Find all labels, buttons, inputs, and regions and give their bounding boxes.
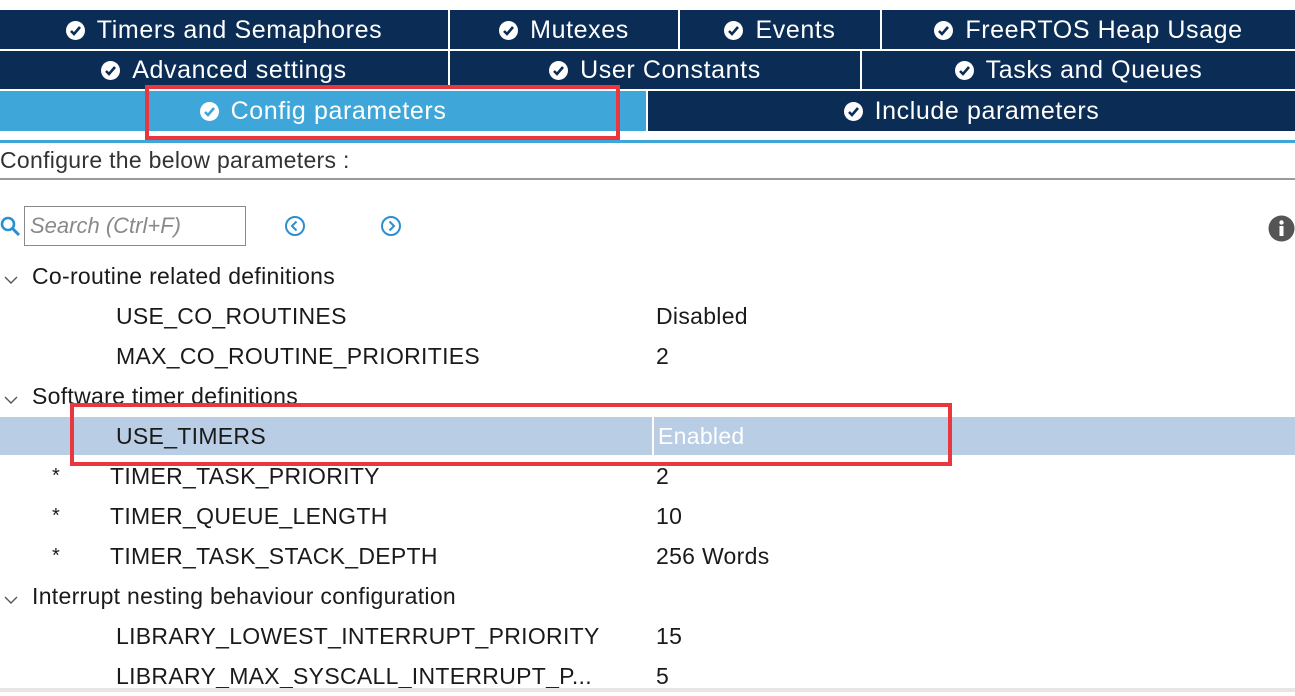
param-row[interactable]: LIBRARY_LOWEST_INTERRUPT_PRIORITY 15 (0, 616, 1295, 656)
param-name: USE_TIMERS (116, 422, 266, 449)
group-label: Interrupt nesting behaviour configuratio… (32, 582, 457, 609)
tab-label: Advanced settings (132, 55, 347, 84)
search-input[interactable] (24, 206, 246, 246)
check-circle-icon (65, 20, 85, 40)
check-circle-icon (954, 60, 974, 80)
scroll-edge (0, 688, 1295, 692)
tab-timers-and-semaphores[interactable]: Timers and Semaphores (0, 10, 450, 50)
param-name: LIBRARY_LOWEST_INTERRUPT_PRIORITY (116, 622, 600, 649)
param-value: 2 (656, 462, 670, 489)
modified-marker: * (52, 504, 61, 527)
tab-row-1: Timers and Semaphores Mutexes Events Fre… (0, 10, 1295, 50)
chevron-down-icon[interactable] (3, 387, 19, 414)
param-row[interactable]: USE_CO_ROUTINES Disabled (0, 296, 1295, 336)
param-name: LIBRARY_MAX_SYSCALL_INTERRUPT_P... (116, 662, 592, 689)
param-value: Disabled (656, 302, 748, 329)
search-icon (0, 216, 22, 243)
tab-label: User Constants (580, 55, 761, 84)
param-value: 5 (656, 662, 670, 689)
tab-include-parameters[interactable]: Include parameters (648, 91, 1295, 131)
configure-label: Configure the below parameters : (0, 140, 1295, 180)
tab-tasks-and-queues[interactable]: Tasks and Queues (862, 51, 1295, 89)
check-circle-icon (101, 60, 121, 80)
check-circle-icon (499, 20, 519, 40)
param-value: 15 (656, 622, 683, 649)
previous-result-icon[interactable] (284, 215, 306, 237)
group-row-co-routine[interactable]: Co-routine related definitions (0, 256, 1295, 296)
param-name: TIMER_QUEUE_LENGTH (110, 502, 388, 529)
group-label: Co-routine related definitions (32, 262, 336, 289)
tab-label: Timers and Semaphores (96, 15, 383, 44)
param-row[interactable]: * TIMER_TASK_PRIORITY 2 (0, 456, 1295, 496)
info-icon[interactable] (1268, 215, 1295, 242)
check-circle-icon (549, 60, 569, 80)
tab-events[interactable]: Events (680, 10, 882, 50)
check-circle-icon (934, 20, 954, 40)
tab-label: Include parameters (874, 96, 1100, 125)
tab-label: Events (755, 15, 836, 44)
next-result-icon[interactable] (380, 215, 402, 237)
tab-label: Config parameters (230, 96, 447, 125)
param-value: 2 (656, 342, 670, 369)
param-value: 256 Words (656, 542, 770, 569)
group-row-software-timer[interactable]: Software timer definitions (0, 376, 1295, 416)
param-name: MAX_CO_ROUTINE_PRIORITIES (116, 342, 481, 369)
tab-label: Mutexes (530, 15, 629, 44)
chevron-down-icon[interactable] (3, 587, 19, 614)
check-circle-icon (843, 101, 863, 121)
tab-mutexes[interactable]: Mutexes (450, 10, 680, 50)
param-name: TIMER_TASK_STACK_DEPTH (110, 542, 438, 569)
modified-marker: * (52, 544, 61, 567)
tab-row-2: Advanced settings User Constants Tasks a… (0, 51, 1295, 89)
tab-row-3: Config parameters Include parameters (0, 91, 1295, 131)
param-value[interactable]: Enabled (652, 417, 745, 455)
group-row-interrupt-nesting[interactable]: Interrupt nesting behaviour configuratio… (0, 576, 1295, 616)
group-label: Software timer definitions (32, 382, 299, 409)
tab-label: FreeRTOS Heap Usage (965, 15, 1243, 44)
param-name: USE_CO_ROUTINES (116, 302, 347, 329)
param-row[interactable]: * TIMER_TASK_STACK_DEPTH 256 Words (0, 536, 1295, 576)
tab-user-constants[interactable]: User Constants (450, 51, 862, 89)
tab-freertos-heap-usage[interactable]: FreeRTOS Heap Usage (882, 10, 1295, 50)
param-value: 10 (656, 502, 683, 529)
chevron-down-icon[interactable] (3, 267, 19, 294)
tab-advanced-settings[interactable]: Advanced settings (0, 51, 450, 89)
param-name: TIMER_TASK_PRIORITY (110, 462, 380, 489)
param-row-selected[interactable]: USE_TIMERS Enabled (0, 417, 1295, 455)
tab-config-parameters[interactable]: Config parameters (0, 91, 648, 131)
param-row[interactable]: MAX_CO_ROUTINE_PRIORITIES 2 (0, 336, 1295, 376)
check-circle-icon (199, 101, 219, 121)
tab-label: Tasks and Queues (985, 55, 1203, 84)
check-circle-icon (724, 20, 744, 40)
modified-marker: * (52, 464, 61, 487)
param-row[interactable]: * TIMER_QUEUE_LENGTH 10 (0, 496, 1295, 536)
